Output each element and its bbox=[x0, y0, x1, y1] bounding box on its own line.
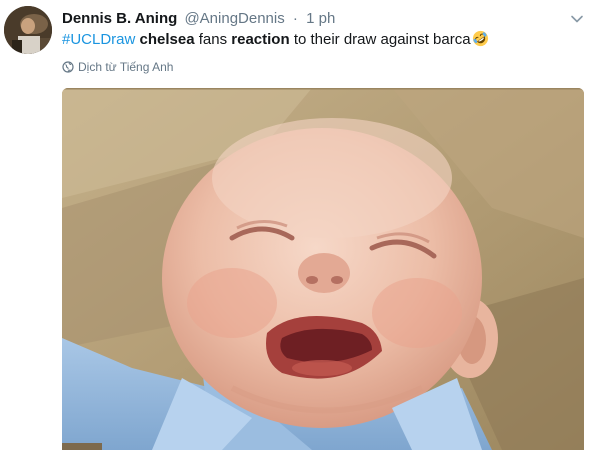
translate-label: Dịch từ Tiếng Anh bbox=[78, 60, 174, 74]
translate-link[interactable]: Dịch từ Tiếng Anh bbox=[62, 59, 173, 75]
rolling-on-floor-laughing-icon bbox=[472, 30, 488, 47]
crying-baby-image bbox=[62, 88, 584, 450]
author-handle[interactable]: @AningDennis bbox=[184, 10, 284, 27]
globe-icon bbox=[62, 61, 74, 73]
header-separator: · bbox=[292, 10, 298, 27]
tweet-timestamp[interactable]: 1 ph bbox=[306, 10, 335, 27]
tweet-header: Dennis B. Aning @AningDennis · 1 ph bbox=[62, 9, 335, 29]
hashtag-link[interactable]: #UCLDraw bbox=[62, 31, 135, 48]
tweet-text-word: chelsea bbox=[139, 31, 195, 48]
tweet-text-word: fans bbox=[198, 31, 228, 48]
author-display-name[interactable]: Dennis B. Aning bbox=[62, 10, 177, 27]
tweet-media-image[interactable] bbox=[62, 88, 584, 450]
tweet-text-rest: to their draw against barca bbox=[293, 31, 471, 48]
tweet-card: Dennis B. Aning @AningDennis · 1 ph #UCL… bbox=[0, 0, 600, 450]
tweet-text: #UCLDraw chelsea fans reaction to their … bbox=[62, 30, 489, 50]
chevron-down-icon[interactable] bbox=[570, 12, 584, 26]
tweet-text-word: reaction bbox=[231, 31, 290, 48]
author-avatar[interactable] bbox=[4, 6, 52, 54]
